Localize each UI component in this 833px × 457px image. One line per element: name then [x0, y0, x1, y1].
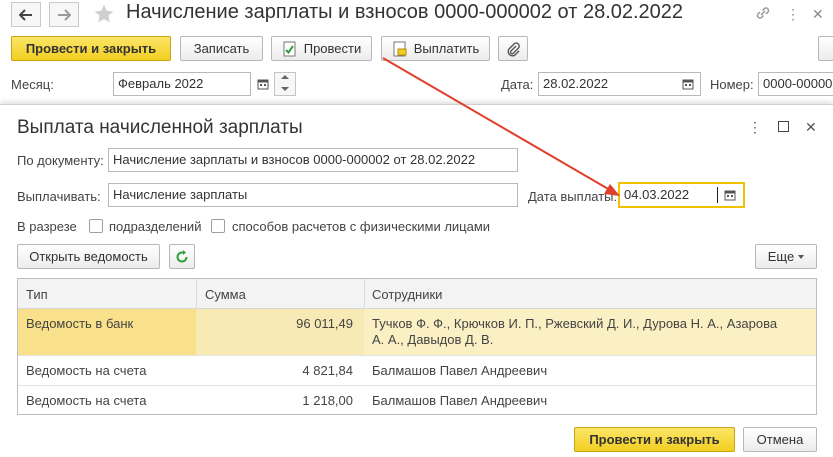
annotation-arrow [382, 57, 620, 196]
